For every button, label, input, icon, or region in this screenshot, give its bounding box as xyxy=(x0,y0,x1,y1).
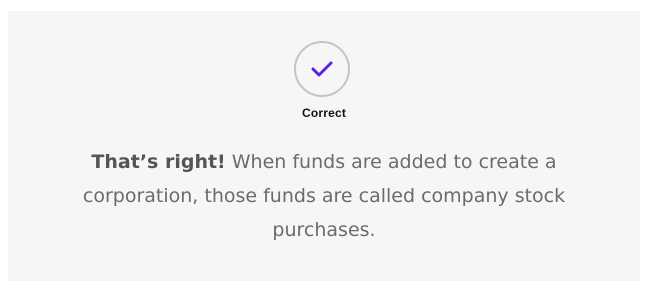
status-label: Correct xyxy=(301,106,347,120)
feedback-text: That’s right! When funds are added to cr… xyxy=(78,145,570,247)
checkmark-icon xyxy=(311,61,333,77)
feedback-panel: Correct That’s right! When funds are add… xyxy=(8,11,640,281)
result-badge xyxy=(294,41,350,97)
feedback-lead: That’s right! xyxy=(91,151,226,173)
